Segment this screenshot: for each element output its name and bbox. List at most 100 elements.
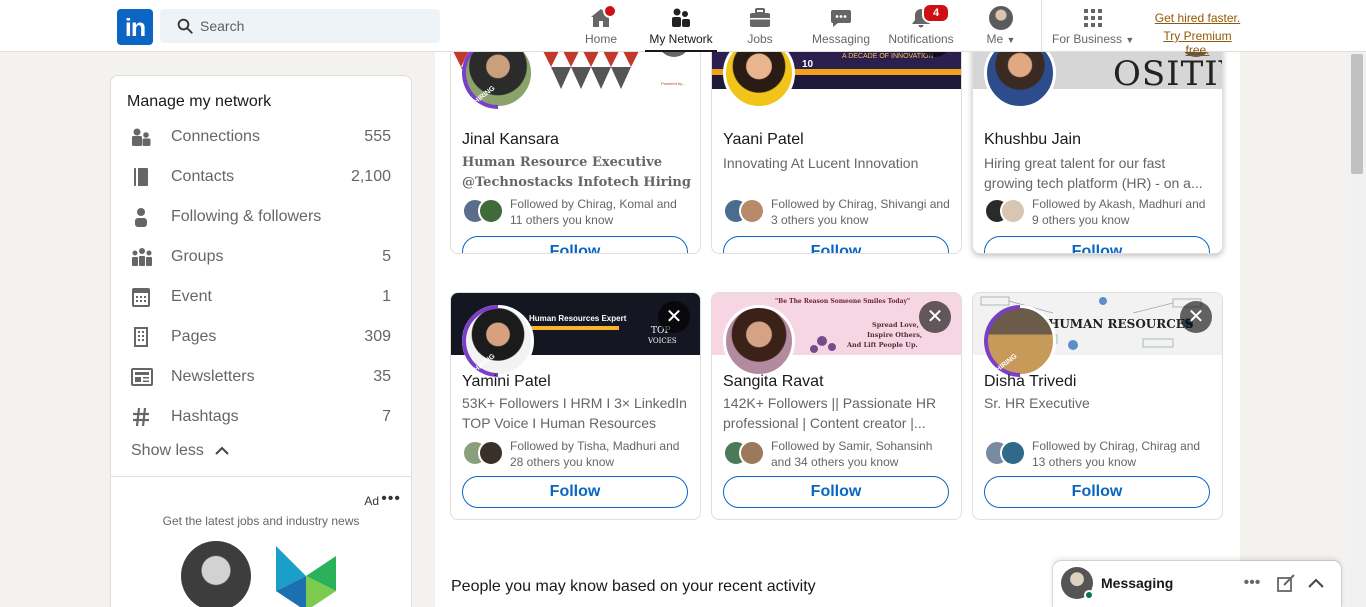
show-less-label: Show less bbox=[131, 442, 204, 459]
manage-network-card: Manage my network Connections 555 Contac… bbox=[110, 75, 412, 607]
profile-avatar[interactable] bbox=[723, 305, 795, 377]
suggestion-card[interactable]: 10 A DECADE OF INNOVATION ✕ Yaani Patel … bbox=[711, 26, 962, 254]
profile-name[interactable]: Khushbu Jain bbox=[984, 131, 1081, 149]
mutual-avatars bbox=[723, 196, 769, 226]
sidebar-item-count: 5 bbox=[382, 248, 391, 265]
nav-my-network-label: My Network bbox=[649, 32, 713, 46]
sidebar-item-hashtags[interactable]: Hashtags 7 bbox=[131, 397, 393, 437]
svg-text:Human Resources Expert: Human Resources Expert bbox=[529, 314, 627, 323]
briefcase-icon bbox=[750, 8, 770, 27]
dismiss-button[interactable]: ✕ bbox=[919, 301, 951, 333]
nav-for-business-label: For Business ▼ bbox=[1052, 32, 1135, 46]
profile-name[interactable]: Jinal Kansara bbox=[462, 131, 559, 149]
sidebar-item-newsletters[interactable]: Newsletters 35 bbox=[131, 357, 393, 397]
follow-button[interactable]: Follow bbox=[723, 476, 949, 508]
follow-button[interactable]: Follow bbox=[462, 476, 688, 508]
mutual-text: Followed by Chirag, Chirag and 13 others… bbox=[1032, 439, 1201, 469]
sidebar-item-event[interactable]: Event 1 bbox=[131, 277, 393, 317]
svg-text:A DECADE OF INNOVATION: A DECADE OF INNOVATION bbox=[842, 53, 934, 60]
follow-button[interactable]: Follow bbox=[984, 236, 1210, 253]
online-status-indicator bbox=[1084, 590, 1094, 600]
premium-link-try-free[interactable]: Try Premium free. bbox=[1150, 29, 1245, 57]
profile-name[interactable]: Sangita Ravat bbox=[723, 373, 824, 391]
sidebar-item-connections[interactable]: Connections 555 bbox=[131, 117, 393, 157]
ad-user-avatar bbox=[181, 541, 251, 607]
nav-home[interactable]: Home bbox=[578, 0, 624, 52]
nav-for-business[interactable]: For Business ▼ bbox=[1052, 0, 1134, 52]
section-heading: People you may know based on your recent… bbox=[451, 578, 816, 595]
dismiss-button[interactable]: ✕ bbox=[658, 301, 690, 333]
my-network-icon bbox=[672, 8, 690, 27]
manage-network-title: Manage my network bbox=[127, 93, 272, 110]
mutual-text: Followed by Chirag, Komal and 11 others … bbox=[510, 197, 677, 227]
svg-text:OSITIVE: OSITIVE bbox=[1113, 54, 1223, 89]
mutual-followers: Followed by Chirag, Chirag and 13 others… bbox=[984, 438, 1214, 470]
nav-messaging[interactable]: Messaging bbox=[810, 0, 872, 52]
search-box[interactable] bbox=[160, 9, 440, 43]
profile-headline: Innovating At Lucent Innovation bbox=[723, 155, 919, 171]
profile-headline: Hiring great talent for our fast growing… bbox=[984, 155, 1203, 191]
sidebar-item-label: Connections bbox=[171, 128, 260, 145]
nav-me[interactable]: Me ▼ bbox=[982, 0, 1020, 52]
newsletter-icon bbox=[131, 368, 153, 386]
profile-headline: 53K+ Followers I HRM I 3× LinkedIn TOP V… bbox=[462, 395, 687, 431]
sidebar-divider bbox=[111, 476, 411, 477]
nav-notifications[interactable]: 4 Notifications bbox=[886, 0, 956, 52]
sidebar-item-contacts[interactable]: Contacts 2,100 bbox=[131, 157, 393, 197]
nav-jobs[interactable]: Jobs bbox=[740, 0, 780, 52]
sidebar-item-groups[interactable]: Groups 5 bbox=[131, 237, 393, 277]
follow-button[interactable]: Follow bbox=[723, 236, 949, 253]
search-icon bbox=[177, 18, 193, 34]
mutual-avatars bbox=[984, 196, 1030, 226]
suggestion-card[interactable]: Powered by... #HIRING ✕ Jinal Kansara Hu… bbox=[450, 26, 701, 254]
sidebar-item-following[interactable]: Following & followers bbox=[131, 197, 393, 237]
suggestion-card[interactable]: HUMAN RESOURCES #HIRING ✕ Disha Trivedi … bbox=[972, 292, 1223, 520]
sidebar-item-pages[interactable]: Pages 309 bbox=[131, 317, 393, 357]
svg-text:Inspire Others,: Inspire Others, bbox=[867, 331, 922, 339]
profile-headline: Sr. HR Executive bbox=[984, 395, 1090, 411]
page-scrollbar[interactable] bbox=[1349, 52, 1366, 607]
sidebar-item-count: 555 bbox=[364, 128, 391, 145]
ad-more-icon[interactable]: ••• bbox=[381, 490, 401, 508]
sidebar-item-count: 309 bbox=[364, 328, 391, 345]
ad-text: Get the latest jobs and industry news bbox=[162, 514, 360, 528]
show-less-button[interactable]: Show less bbox=[131, 442, 230, 460]
sidebar-item-count: 7 bbox=[382, 408, 391, 425]
scrollbar-thumb[interactable] bbox=[1351, 54, 1363, 174]
nav-me-label: Me ▼ bbox=[986, 32, 1016, 46]
mutual-avatars bbox=[462, 196, 508, 226]
chevron-up-icon bbox=[215, 446, 229, 455]
chevron-up-icon[interactable] bbox=[1305, 573, 1327, 595]
profile-name[interactable]: Yaani Patel bbox=[723, 131, 804, 149]
linkedin-logo[interactable]: in bbox=[117, 9, 153, 45]
svg-text:VOICES: VOICES bbox=[647, 337, 677, 345]
search-input[interactable] bbox=[200, 9, 430, 43]
more-options-icon[interactable]: ••• bbox=[1241, 573, 1263, 595]
person-icon bbox=[135, 208, 147, 227]
premium-link-get-hired[interactable]: Get hired faster. bbox=[1150, 11, 1245, 25]
follow-button[interactable]: Follow bbox=[984, 476, 1210, 508]
connections-icon bbox=[132, 128, 151, 146]
dismiss-button[interactable]: ✕ bbox=[1180, 301, 1212, 333]
mutual-avatars bbox=[723, 438, 769, 468]
nav-divider bbox=[1041, 0, 1042, 52]
mutual-text: Followed by Akash, Madhuri and 9 others … bbox=[1032, 197, 1206, 227]
mutual-text: Followed by Chirag, Shivangi and 3 other… bbox=[771, 197, 950, 227]
sidebar-item-label: Newsletters bbox=[171, 368, 255, 385]
follow-button[interactable]: Follow bbox=[462, 236, 688, 253]
profile-name[interactable]: Yamini Patel bbox=[462, 373, 551, 391]
suggestion-card[interactable]: "Be The Reason Someone Smiles Today" Spr… bbox=[711, 292, 962, 520]
suggestion-card[interactable]: OSITIVE ✕ Khushbu Jain Hiring great tale… bbox=[972, 26, 1223, 254]
nav-my-network[interactable]: My Network bbox=[645, 0, 717, 52]
notifications-badge: 4 bbox=[922, 3, 950, 23]
mutual-text: Followed by Samir, Sohansinh and 34 othe… bbox=[771, 439, 933, 469]
profile-name[interactable]: Disha Trivedi bbox=[984, 373, 1076, 391]
ad-company-logo[interactable] bbox=[276, 546, 336, 607]
messaging-overlay[interactable]: Messaging ••• bbox=[1053, 561, 1341, 607]
compose-icon[interactable] bbox=[1275, 573, 1297, 595]
svg-text:10: 10 bbox=[802, 59, 814, 70]
mutual-followers: Followed by Chirag, Shivangi and 3 other… bbox=[723, 196, 953, 228]
suggestion-card[interactable]: Human Resources Expert TOP VOICES #HIRIN… bbox=[450, 292, 701, 520]
nav-notifications-label: Notifications bbox=[888, 32, 954, 46]
messaging-title[interactable]: Messaging bbox=[1101, 575, 1173, 591]
